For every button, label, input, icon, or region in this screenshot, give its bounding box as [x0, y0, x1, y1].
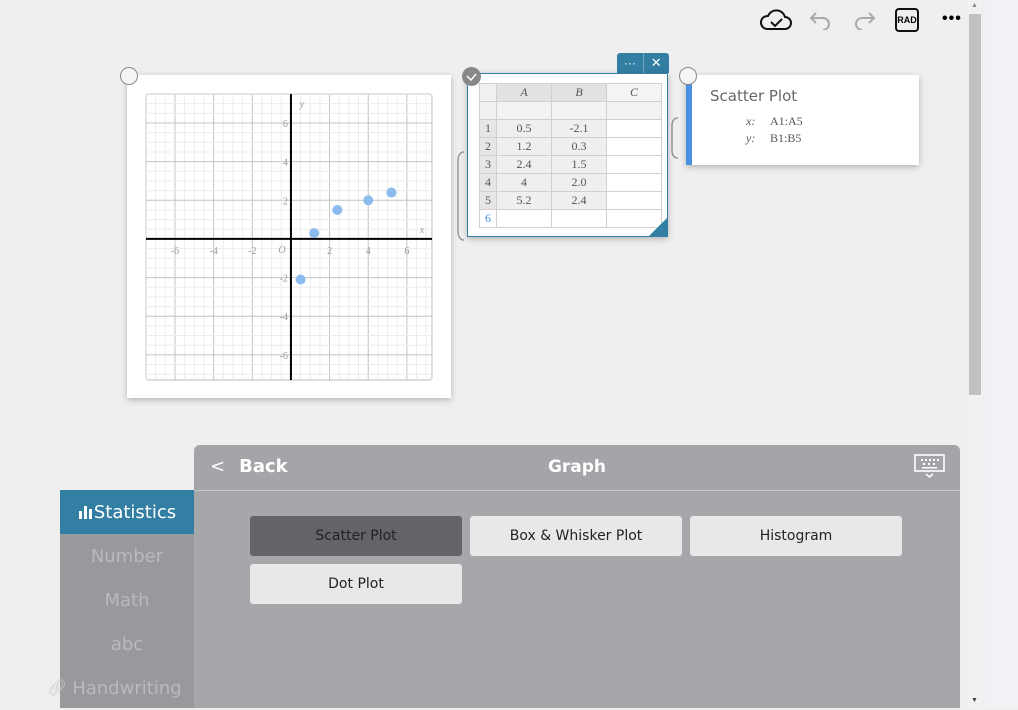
row-header[interactable]: 3: [479, 155, 497, 174]
sheet-cell[interactable]: 0.5: [496, 119, 552, 138]
sheet-cell[interactable]: -2.1: [551, 119, 607, 138]
scatter-definition-card[interactable]: Scatter Plot x: A1:A5 y: B1:B5: [686, 75, 919, 165]
spreadsheet-table[interactable]: ABC 1 0.5 -2.1 2 1.2 0.3 3 2.4 1.5 4 4 2.0 5 5.2 2.4 6: [479, 83, 662, 228]
data-point: [386, 187, 397, 198]
sidebar-item-abc[interactable]: abc: [60, 622, 194, 666]
scatter-title: Scatter Plot: [710, 87, 798, 105]
sheet-cell[interactable]: [496, 209, 552, 228]
connector-bracket: [457, 151, 465, 241]
x-tick-label: 6: [404, 246, 409, 257]
sheet-selected-check-icon[interactable]: [462, 67, 481, 86]
row-header[interactable]: 4: [479, 173, 497, 192]
link-icon: 🔗︎: [47, 680, 68, 697]
scrollbar-thumb[interactable]: [969, 14, 981, 395]
column-header[interactable]: A: [496, 83, 552, 102]
sheet-cell[interactable]: [606, 173, 662, 192]
y-tick-label: -6: [280, 351, 288, 362]
x-tick-label: -6: [171, 246, 179, 257]
column-header[interactable]: B: [551, 83, 607, 102]
x-tick-label: -4: [209, 246, 217, 257]
y-tick-label: -4: [280, 312, 288, 323]
sheet-cell[interactable]: [606, 191, 662, 210]
sheet-cell[interactable]: 1.5: [551, 155, 607, 174]
scroll-up-arrow[interactable]: ▲: [971, 2, 978, 9]
graph-menu-panel: < Back Graph Scatter Plot Box & Whisker P…: [194, 445, 960, 708]
sheet-cell[interactable]: 5.2: [496, 191, 552, 210]
undo-icon[interactable]: [808, 6, 834, 34]
accent-bar: [686, 75, 692, 165]
sheet-row: 6: [479, 209, 662, 228]
histogram-button[interactable]: Histogram: [690, 516, 902, 556]
data-point: [309, 228, 320, 239]
data-point: [295, 274, 306, 285]
box-whisker-plot-button[interactable]: Box & Whisker Plot: [470, 516, 682, 556]
y-axis-label: y: [299, 99, 305, 110]
x-tick-label: -2: [248, 246, 256, 257]
sheet-toolbar: ··· ✕: [617, 53, 669, 73]
y-tick-label: 6: [283, 119, 288, 130]
sheet-row: 1 0.5 -2.1: [479, 119, 662, 138]
origin-label: O: [278, 245, 285, 256]
scatter-plot-button[interactable]: Scatter Plot: [250, 516, 462, 556]
sheet-row: 3 2.4 1.5: [479, 155, 662, 174]
y-tick-label: -2: [280, 274, 288, 285]
sheet-row: 4 4 2.0: [479, 173, 662, 192]
row-header[interactable]: 1: [479, 119, 497, 138]
redo-icon[interactable]: [851, 6, 877, 34]
scroll-down-arrow[interactable]: ▼: [971, 697, 978, 704]
graph-card[interactable]: -6 -4 -2 2 4 6 6 4 2 -2 -4 -6 Ox y: [127, 75, 451, 398]
data-point: [332, 204, 343, 215]
y-tick-label: 2: [283, 196, 288, 207]
x-axis-label: x: [419, 225, 425, 236]
panel-title: Graph: [547, 457, 607, 477]
sidebar-item-handwriting[interactable]: Handwriting: [60, 666, 194, 710]
y-range[interactable]: B1:B5: [770, 131, 801, 145]
panel-header: < Back Graph: [194, 445, 960, 491]
sidebar-item-statistics[interactable]: Statistics: [60, 490, 194, 534]
x-tick-label: 2: [327, 246, 332, 257]
resize-handle[interactable]: [649, 218, 667, 236]
keyboard-category-sidebar: Statistics Number Math abc Handwriting: [60, 490, 194, 708]
sheet-cell[interactable]: 0.3: [551, 137, 607, 156]
definition-select-handle[interactable]: [679, 67, 697, 85]
plot-area: [145, 93, 433, 381]
angle-mode-button[interactable]: RAD: [895, 8, 919, 32]
graph-select-handle[interactable]: [120, 67, 138, 85]
sidebar-item-number[interactable]: Number: [60, 534, 194, 578]
sheet-cell[interactable]: 2.0: [551, 173, 607, 192]
bar-chart-icon: [78, 506, 92, 519]
right-margin: [985, 0, 1018, 708]
sheet-row: 2 1.2 0.3: [479, 137, 662, 156]
graph-plot[interactable]: -6 -4 -2 2 4 6 6 4 2 -2 -4 -6 Ox y: [127, 75, 451, 398]
data-point: [363, 195, 374, 206]
sheet-cell[interactable]: 4: [496, 173, 552, 192]
sheet-close-button[interactable]: ✕: [644, 53, 670, 73]
row-header[interactable]: 6: [479, 209, 497, 228]
keyboard-toggle-icon[interactable]: [914, 454, 946, 485]
sheet-cell[interactable]: [606, 155, 662, 174]
row-header[interactable]: 2: [479, 137, 497, 156]
sheet-cell[interactable]: 2.4: [551, 191, 607, 210]
x-label: x:: [746, 114, 756, 128]
sheet-cell[interactable]: [606, 119, 662, 138]
connector-bracket: [671, 117, 679, 159]
x-tick-label: 4: [366, 246, 371, 257]
row-header[interactable]: 5: [479, 191, 497, 210]
sheet-cell[interactable]: [551, 209, 607, 228]
sheet-cell[interactable]: [606, 137, 662, 156]
more-icon[interactable]: •••: [942, 10, 962, 28]
sheet-row: 5 5.2 2.4: [479, 191, 662, 210]
column-header[interactable]: C: [606, 83, 662, 102]
cloud-check-icon[interactable]: [758, 6, 794, 34]
sheet-menu-button[interactable]: ···: [617, 53, 644, 73]
sheet-cell[interactable]: 2.4: [496, 155, 552, 174]
sidebar-item-math[interactable]: Math: [60, 578, 194, 622]
y-tick-label: 4: [283, 158, 288, 169]
spreadsheet-card[interactable]: ABC 1 0.5 -2.1 2 1.2 0.3 3 2.4 1.5 4 4 2.0 5 5.2 2.4 6: [467, 73, 668, 237]
x-range[interactable]: A1:A5: [770, 114, 803, 128]
sheet-cell[interactable]: 1.2: [496, 137, 552, 156]
dot-plot-button[interactable]: Dot Plot: [250, 564, 462, 604]
y-label: y:: [746, 131, 756, 145]
